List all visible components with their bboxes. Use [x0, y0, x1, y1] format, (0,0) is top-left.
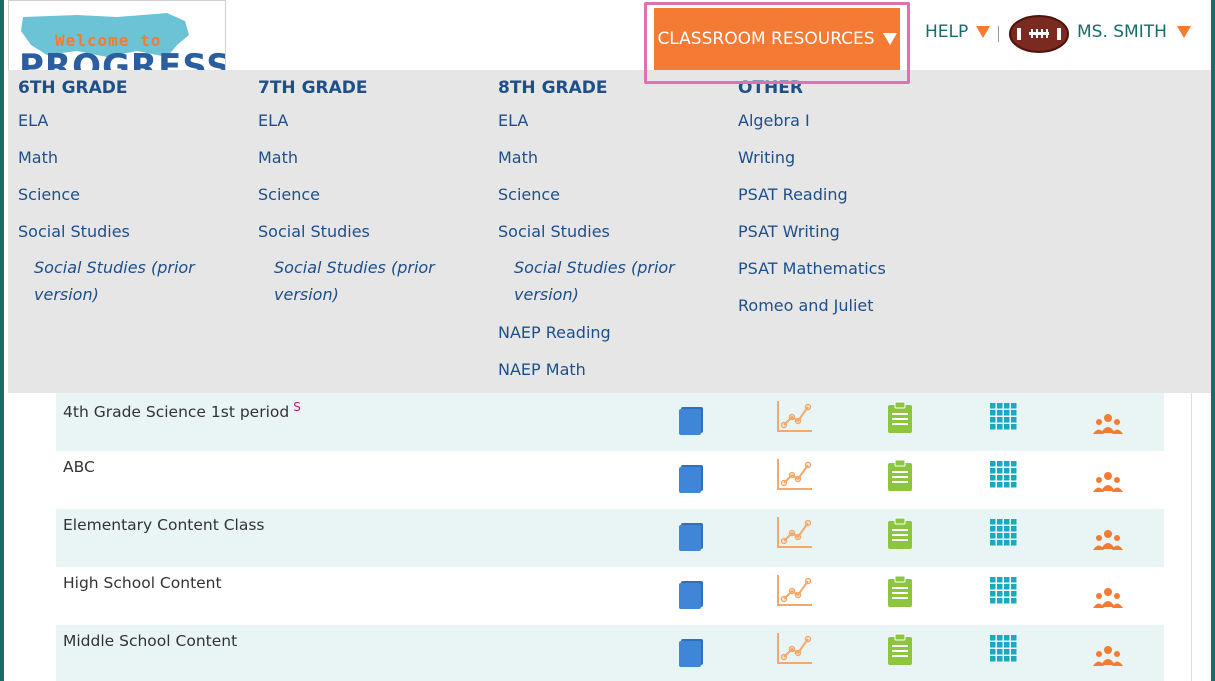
chart-icon[interactable] — [776, 399, 814, 437]
menu-link[interactable]: Math — [498, 139, 728, 176]
menu-column-6th-grade: 6TH GRADE ELA Math Science Social Studie… — [18, 76, 248, 314]
logo[interactable]: Welcome to PROGRESS — [8, 0, 226, 72]
caret-down-icon — [1176, 26, 1191, 38]
grid-icon[interactable] — [990, 519, 1018, 551]
class-table: 4th Grade Science 1st period S ABC Elementa… — [56, 393, 1164, 681]
table-row: Middle School Content — [56, 625, 1164, 681]
menu-column-8th-grade: 8TH GRADE ELA Math Science Social Studie… — [498, 76, 728, 388]
menu-link[interactable]: Science — [498, 176, 728, 213]
classroom-resources-label: CLASSROOM RESOURCES — [657, 29, 875, 49]
grid-icon[interactable] — [990, 403, 1018, 435]
people-icon[interactable] — [1093, 413, 1123, 439]
menu-link[interactable]: NAEP Reading — [498, 314, 728, 351]
menu-column-other: OTHER Algebra I Writing PSAT Reading PSA… — [738, 76, 968, 324]
clipboard-icon[interactable] — [887, 575, 913, 611]
grid-icon[interactable] — [990, 577, 1018, 609]
class-name[interactable]: High School Content — [63, 574, 222, 592]
clipboard-icon[interactable] — [887, 459, 913, 495]
table-row: High School Content — [56, 567, 1164, 625]
menu-link[interactable]: Math — [18, 139, 248, 176]
help-menu[interactable]: HELP — [925, 22, 991, 42]
class-name[interactable]: ABC — [63, 458, 95, 476]
book-icon[interactable] — [678, 637, 706, 671]
class-name[interactable]: 4th Grade Science 1st period S — [63, 400, 301, 421]
menu-link[interactable]: Social Studies — [258, 213, 488, 250]
chart-icon[interactable] — [776, 457, 814, 495]
class-badge: S — [293, 400, 301, 414]
user-menu[interactable]: MS. SMITH — [1077, 22, 1191, 42]
caret-down-icon — [882, 33, 897, 45]
menu-link[interactable]: Science — [258, 176, 488, 213]
book-icon[interactable] — [678, 579, 706, 613]
divider — [909, 26, 910, 42]
menu-link[interactable]: ELA — [18, 102, 248, 139]
menu-link-prior[interactable]: Social Studies (prior version) — [258, 250, 458, 314]
menu-link[interactable]: Math — [258, 139, 488, 176]
menu-link[interactable]: Algebra I — [738, 102, 968, 139]
menu-link[interactable]: ELA — [498, 102, 728, 139]
menu-link[interactable]: Romeo and Juliet — [738, 287, 968, 324]
grid-icon[interactable] — [990, 461, 1018, 493]
chart-icon[interactable] — [776, 631, 814, 669]
book-icon[interactable] — [678, 521, 706, 555]
menu-heading: 8TH GRADE — [498, 78, 608, 98]
people-icon[interactable] — [1093, 471, 1123, 497]
class-name[interactable]: Middle School Content — [63, 632, 237, 650]
menu-heading: OTHER — [738, 78, 803, 98]
clipboard-icon[interactable] — [887, 517, 913, 553]
chart-icon[interactable] — [776, 573, 814, 611]
menu-link[interactable]: PSAT Reading — [738, 176, 968, 213]
menu-link[interactable]: ELA — [258, 102, 488, 139]
classroom-resources-dropdown: 6TH GRADE ELA Math Science Social Studie… — [8, 70, 1211, 393]
chart-icon[interactable] — [776, 515, 814, 553]
people-icon[interactable] — [1093, 529, 1123, 555]
table-row: 4th Grade Science 1st period S — [56, 393, 1164, 451]
menu-column-7th-grade: 7TH GRADE ELA Math Science Social Studie… — [258, 76, 488, 314]
menu-heading: 6TH GRADE — [18, 78, 128, 98]
people-icon[interactable] — [1093, 587, 1123, 613]
menu-link[interactable]: PSAT Mathematics — [738, 250, 968, 287]
clipboard-icon[interactable] — [887, 401, 913, 437]
app-frame: Welcome to PROGRESS CLASSROOM RESOURCES … — [4, 0, 1211, 681]
menu-link[interactable]: Social Studies — [18, 213, 248, 250]
caret-down-icon — [976, 26, 991, 38]
menu-link[interactable]: Writing — [738, 139, 968, 176]
logo-progress: PROGRESS — [19, 47, 226, 72]
divider — [998, 26, 999, 42]
user-name: MS. SMITH — [1077, 22, 1167, 42]
menu-link[interactable]: PSAT Writing — [738, 213, 968, 250]
help-label: HELP — [925, 22, 969, 42]
book-icon[interactable] — [678, 405, 706, 439]
menu-link-prior[interactable]: Social Studies (prior version) — [18, 250, 218, 314]
table-row: ABC — [56, 451, 1164, 509]
table-border — [1191, 393, 1192, 681]
people-icon[interactable] — [1093, 645, 1123, 671]
menu-link[interactable]: Social Studies — [498, 213, 728, 250]
menu-link[interactable]: Science — [18, 176, 248, 213]
menu-link[interactable]: NAEP Math — [498, 351, 728, 388]
table-row: Elementary Content Class — [56, 509, 1164, 567]
football-avatar-icon[interactable] — [1009, 14, 1069, 54]
menu-heading: 7TH GRADE — [258, 78, 368, 98]
class-name[interactable]: Elementary Content Class — [63, 516, 265, 534]
clipboard-icon[interactable] — [887, 633, 913, 669]
grid-icon[interactable] — [990, 635, 1018, 667]
classroom-resources-button[interactable]: CLASSROOM RESOURCES — [654, 8, 900, 70]
book-icon[interactable] — [678, 463, 706, 497]
menu-link-prior[interactable]: Social Studies (prior version) — [498, 250, 698, 314]
